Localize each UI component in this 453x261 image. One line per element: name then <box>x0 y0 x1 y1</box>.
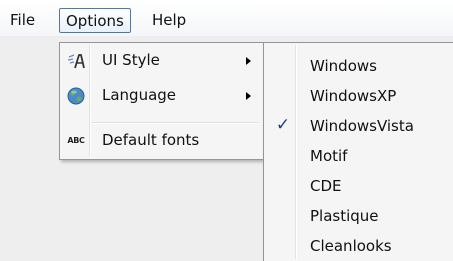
style-option-cde[interactable]: CDE <box>266 171 453 201</box>
style-option-windowsxp[interactable]: WindowsXP <box>266 81 453 111</box>
menu-help[interactable]: Help <box>146 8 192 33</box>
checkmark-icon: ✓ <box>275 115 291 135</box>
menu-item-default-fonts[interactable]: ABC Default fonts <box>62 126 261 156</box>
style-option-label: WindowsXP <box>310 87 397 105</box>
menu-options[interactable]: Options <box>59 8 131 33</box>
menu-file[interactable]: File <box>2 8 43 33</box>
options-dropdown-menu: UI Style Language ABC Default fonts <box>59 42 264 160</box>
abc-icon: ABC <box>67 136 85 145</box>
menu-item-label: UI Style <box>102 51 160 69</box>
style-option-label: Motif <box>310 147 348 165</box>
style-option-label: CDE <box>310 177 342 195</box>
ui-style-submenu: Windows WindowsXP ✓ WindowsVista Motif C… <box>263 42 453 261</box>
style-option-windowsvista[interactable]: ✓ WindowsVista <box>266 111 453 141</box>
style-option-plastique[interactable]: Plastique <box>266 201 453 231</box>
menu-item-label: Language <box>102 86 177 104</box>
style-option-windows[interactable]: Windows <box>266 51 453 81</box>
submenu-arrow-icon <box>246 92 251 100</box>
style-option-label: WindowsVista <box>310 117 414 135</box>
style-option-motif[interactable]: Motif <box>266 141 453 171</box>
menu-item-language[interactable]: Language <box>62 81 261 111</box>
globe-icon <box>66 86 86 106</box>
menu-item-ui-style[interactable]: UI Style <box>62 46 261 76</box>
submenu-arrow-icon <box>246 57 251 65</box>
menu-separator <box>92 122 259 124</box>
style-option-label: Plastique <box>310 207 379 225</box>
style-option-cleanlooks[interactable]: Cleanlooks <box>266 231 453 261</box>
style-option-label: Windows <box>310 57 377 75</box>
menu-item-label: Default fonts <box>102 131 200 149</box>
menu-bar: File Options Help <box>0 0 453 36</box>
style-option-label: Cleanlooks <box>310 237 392 255</box>
font-style-icon <box>66 51 86 71</box>
